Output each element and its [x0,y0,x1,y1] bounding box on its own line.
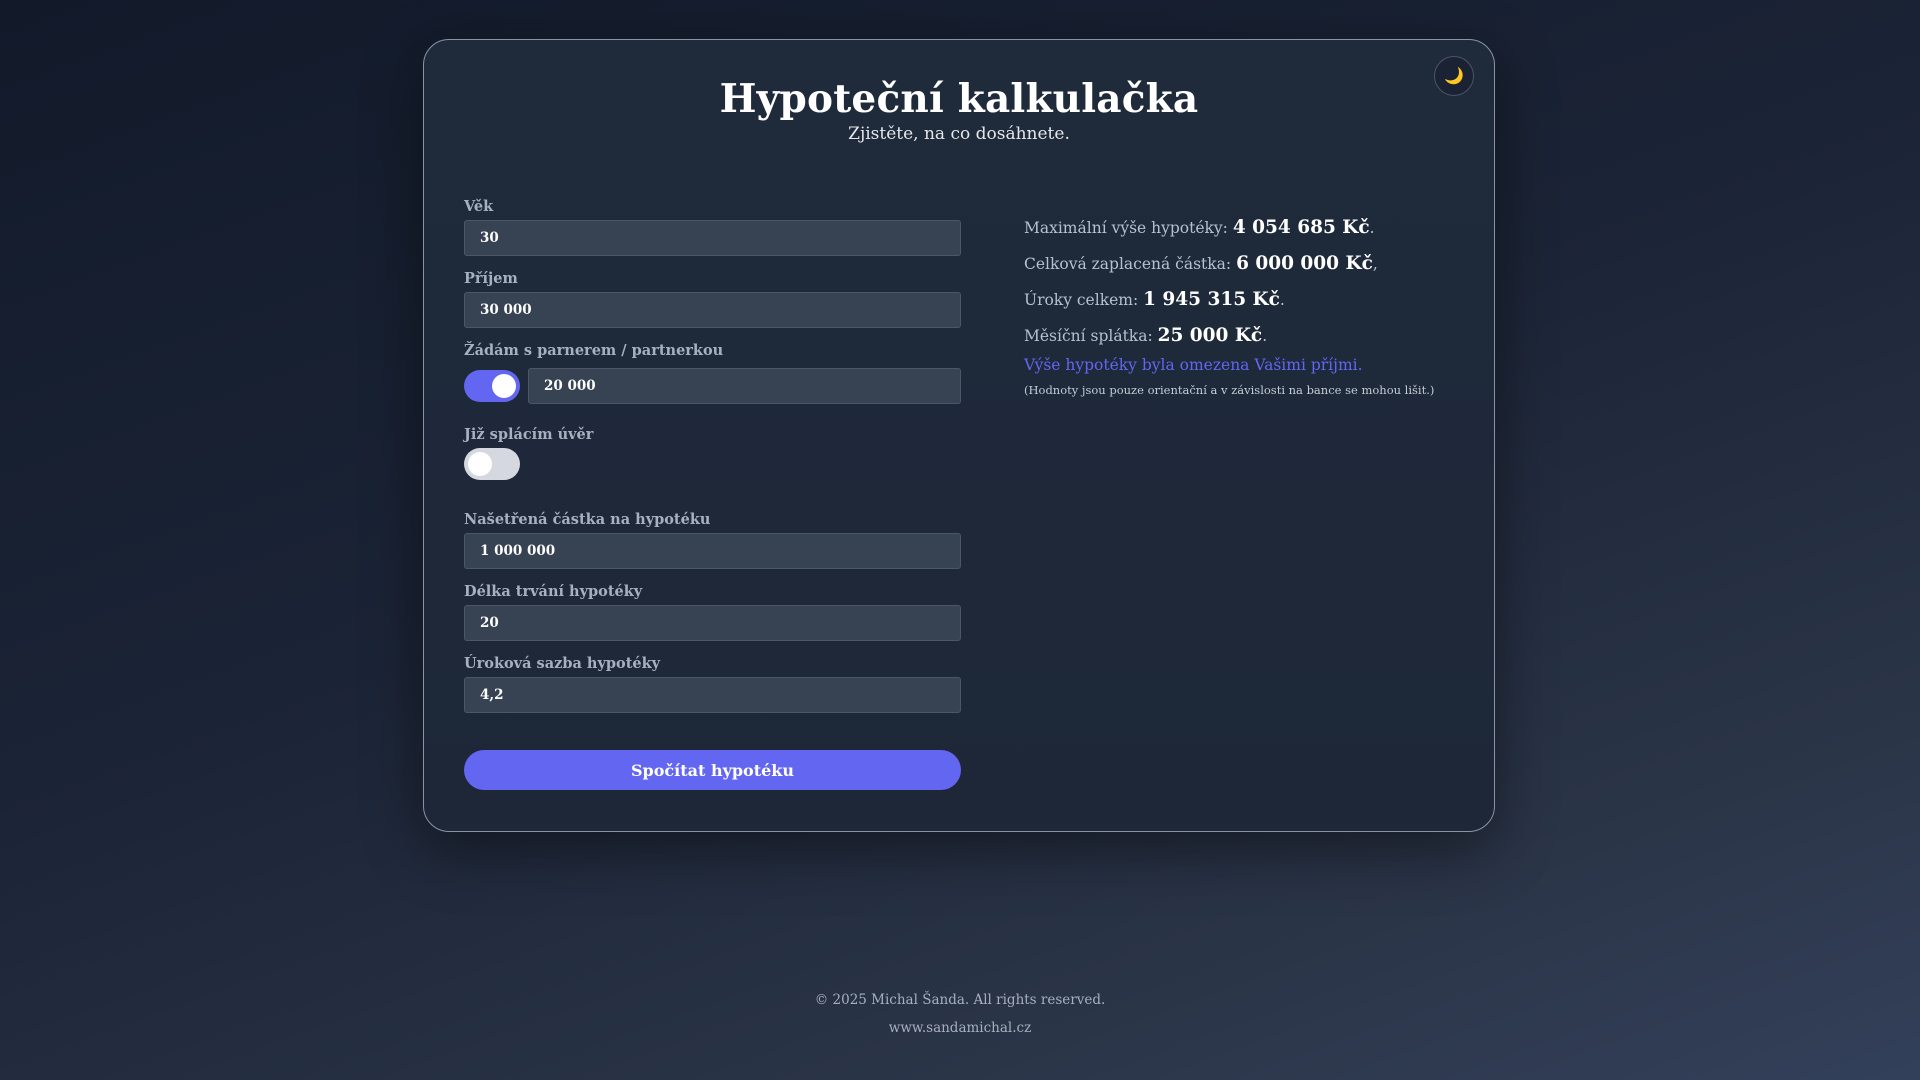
existing-loan-toggle-knob [468,452,492,476]
interest-total-suffix: . [1279,291,1285,309]
max-mortgage-suffix: . [1369,219,1375,237]
existing-loan-label: Již splácím úvěr [464,426,594,443]
total-paid-result: Celková zaplacená částka: 6 000 000 Kč, [1024,250,1464,286]
monthly-payment-label: Měsíční splátka: [1024,327,1158,345]
results-panel: Maximální výše hypotéky: 4 054 685 Kč. C… [1024,214,1464,397]
calculator-card: 🌙 Hypoteční kalkulačka Zjistěte, na co d… [423,39,1495,832]
monthly-payment-value: 25 000 Kč [1157,325,1263,346]
disclaimer-note: (Hodnoty jsou pouze orientační a v závis… [1024,383,1435,397]
age-field-group: Věk [464,198,961,256]
partner-label: Žádám s parnerem / partnerkou [464,342,724,359]
income-label: Příjem [464,270,518,287]
income-field-group: Příjem [464,270,961,328]
total-paid-label: Celková zaplacená částka: [1024,255,1237,273]
mortgage-form: Věk Příjem Žádám s parnerem / partnerkou… [464,198,961,790]
age-label: Věk [464,198,494,215]
total-paid-suffix: , [1372,255,1378,273]
rate-input[interactable] [464,677,961,713]
savings-label: Našetřená částka na hypotéku [464,511,711,528]
duration-label: Délka trvání hypotéky [464,583,643,600]
age-input[interactable] [464,220,961,256]
savings-field-group: Našetřená částka na hypotéku [464,511,961,569]
footer: © 2025 Michal Šanda. All rights reserved… [0,993,1920,1049]
rate-label: Úroková sazba hypotéky [464,655,661,672]
monthly-payment-result: Měsíční splátka: 25 000 Kč. [1024,322,1464,358]
total-paid-value: 6 000 000 Kč [1236,253,1373,274]
partner-field-group: Žádám s parnerem / partnerkou [464,342,961,404]
max-mortgage-result: Maximální výše hypotéky: 4 054 685 Kč. [1024,214,1464,250]
income-input[interactable] [464,292,961,328]
calculate-button[interactable]: Spočítat hypotéku [464,750,961,790]
existing-loan-toggle[interactable] [464,448,520,480]
max-mortgage-value: 4 054 685 Kč [1232,217,1370,238]
interest-total-label: Úroky celkem: [1024,291,1144,309]
savings-input[interactable] [464,533,961,569]
website-link[interactable]: www.sandamichal.cz [0,1021,1920,1049]
partner-income-input[interactable] [528,368,961,404]
partner-toggle-knob [492,374,516,398]
max-mortgage-label: Maximální výše hypotéky: [1024,219,1233,237]
monthly-payment-suffix: . [1262,327,1268,345]
copyright-text: © 2025 Michal Šanda. All rights reserved… [814,992,1106,1008]
existing-loan-field-group: Již splácím úvěr [464,426,961,480]
rate-field-group: Úroková sazba hypotéky [464,655,961,713]
duration-field-group: Délka trvání hypotéky [464,583,961,641]
page-subtitle: Zjistěte, na co dosáhnete. [848,124,1070,144]
page-title: Hypoteční kalkulačka [719,76,1199,122]
interest-total-result: Úroky celkem: 1 945 315 Kč. [1024,286,1464,322]
partner-toggle[interactable] [464,370,520,402]
interest-total-value: 1 945 315 Kč [1143,289,1280,310]
duration-input[interactable] [464,605,961,641]
limit-note: Výše hypotéky byla omezena Vašimi příjmi… [1024,356,1363,374]
